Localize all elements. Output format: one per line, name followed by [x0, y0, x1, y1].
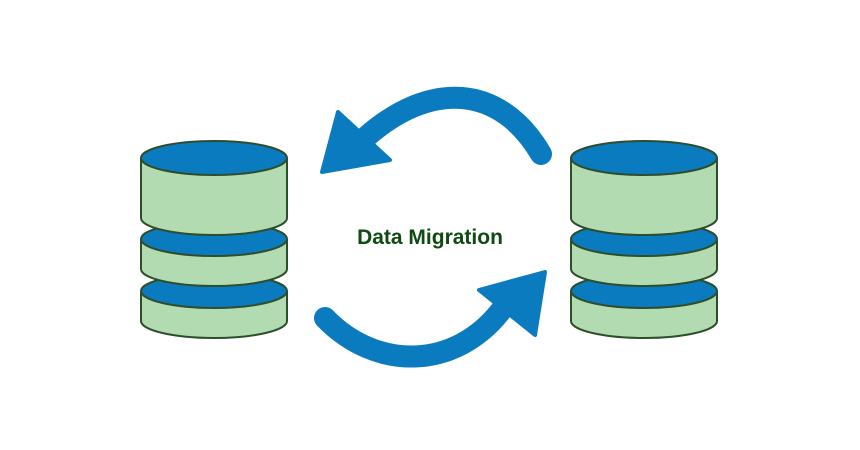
database-disk-top	[140, 140, 288, 236]
database-disk-top	[570, 140, 718, 236]
diagram-title: Data Migration	[357, 226, 503, 249]
curved-arrow-left-icon	[320, 86, 552, 174]
diagram-canvas: Data Migration	[0, 0, 860, 450]
curved-arrow-right-icon	[314, 270, 547, 368]
left-database-icon	[140, 140, 288, 339]
right-database-icon	[570, 140, 718, 339]
